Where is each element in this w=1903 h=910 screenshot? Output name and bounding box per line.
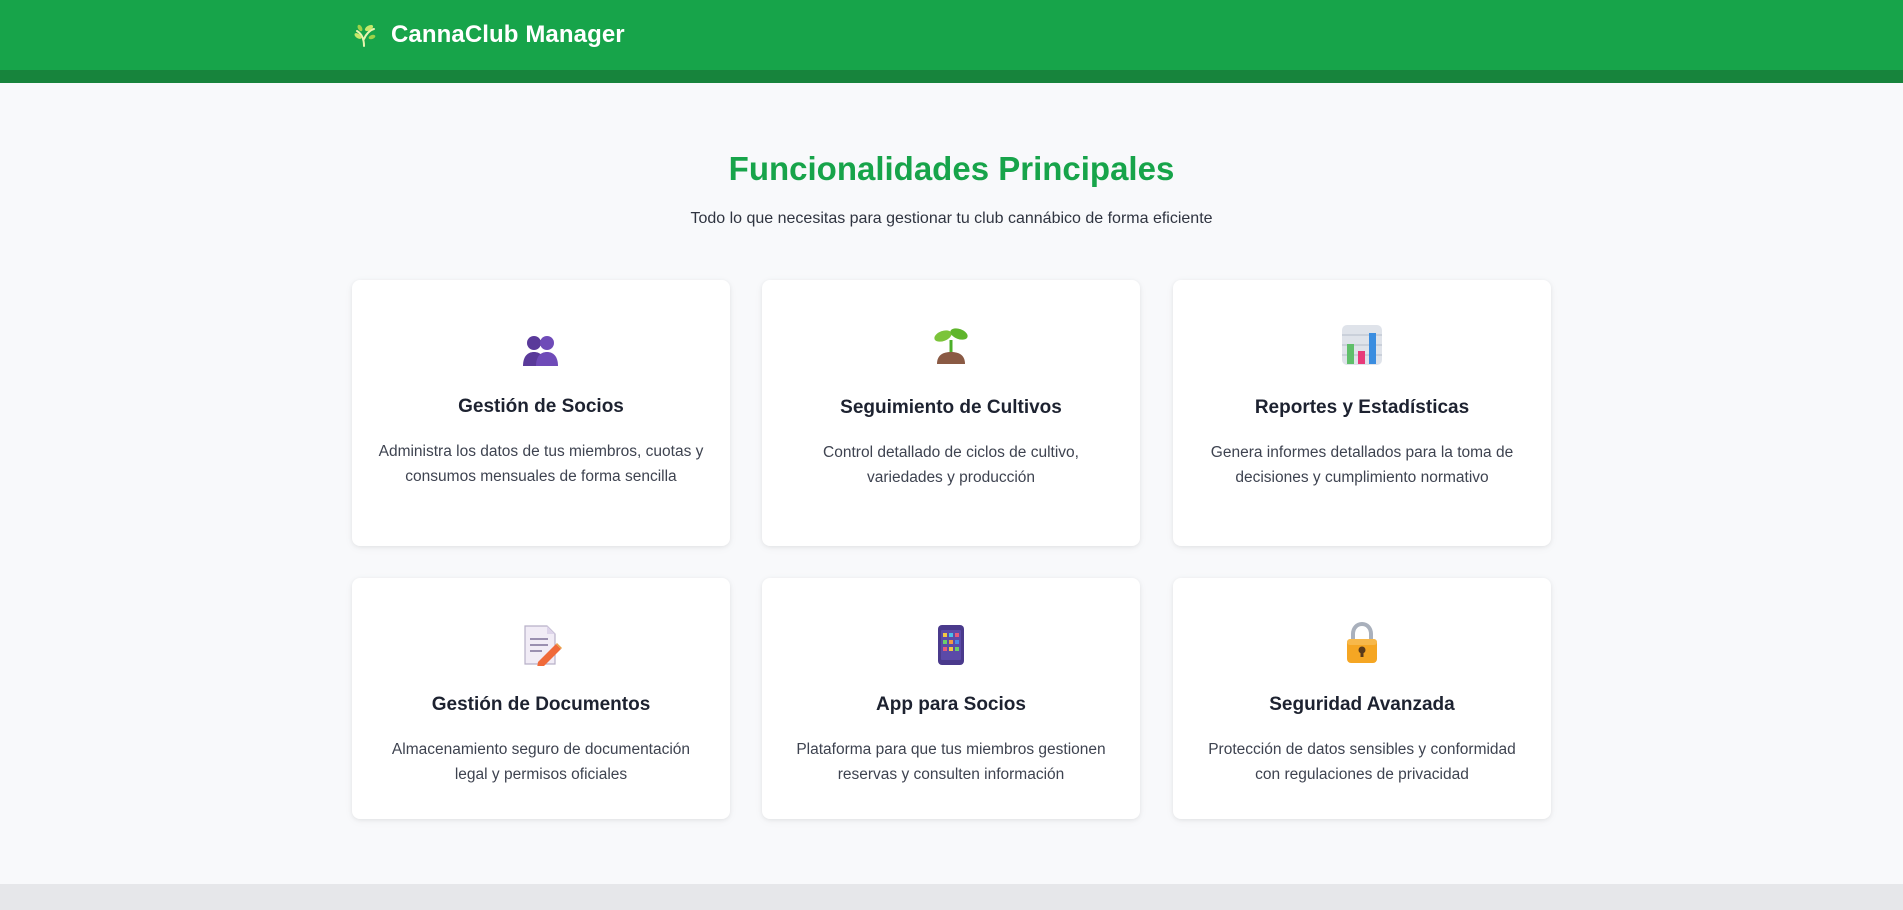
brand-logo-link[interactable]: CannaClub Manager <box>353 0 625 70</box>
card-title: App para Socios <box>876 694 1026 715</box>
section-subtitle: Todo lo que necesitas para gestionar tu … <box>690 210 1213 227</box>
seedling-icon <box>930 322 972 364</box>
document-edit-icon <box>520 624 562 666</box>
feature-card-members: Gestión de Socios Administra los datos d… <box>352 280 730 546</box>
leaf-icon <box>353 22 377 48</box>
brand-name: CannaClub Manager <box>391 21 625 48</box>
feature-card-member-app: App para Socios Plataforma para que tus … <box>762 578 1140 819</box>
feature-card-documents: Gestión de Documentos Almacenamiento seg… <box>352 578 730 819</box>
mobile-app-icon <box>930 624 972 666</box>
top-navbar: CannaClub Manager <box>0 0 1903 70</box>
card-title: Gestión de Socios <box>458 396 624 417</box>
card-title: Seguridad Avanzada <box>1269 694 1455 715</box>
section-title: Funcionalidades Principales <box>728 150 1175 187</box>
header-accent-strip <box>0 70 1903 83</box>
card-title: Seguimiento de Cultivos <box>840 397 1062 418</box>
members-icon <box>520 330 562 372</box>
feature-card-security: Seguridad Avanzada Protección de datos s… <box>1173 578 1551 819</box>
card-description: Control detallado de ciclos de cultivo, … <box>823 444 1079 486</box>
footer-strip <box>0 884 1903 910</box>
card-description: Genera informes detallados para la toma … <box>1210 444 1514 486</box>
card-description: Administra los datos de tus miembros, cu… <box>378 443 704 485</box>
feature-card-reports: Reportes y Estadísticas Genera informes … <box>1173 280 1551 546</box>
bar-chart-icon <box>1341 324 1383 366</box>
lock-icon <box>1341 622 1383 664</box>
card-title: Gestión de Documentos <box>431 694 651 715</box>
card-description: Plataforma para que tus miembros gestion… <box>796 741 1106 783</box>
card-description: Protección de datos sensibles y conformi… <box>1208 741 1516 783</box>
card-description: Almacenamiento seguro de documentación l… <box>391 741 691 783</box>
feature-card-cultivation: Seguimiento de Cultivos Control detallad… <box>762 280 1140 546</box>
card-title: Reportes y Estadísticas <box>1254 397 1470 418</box>
